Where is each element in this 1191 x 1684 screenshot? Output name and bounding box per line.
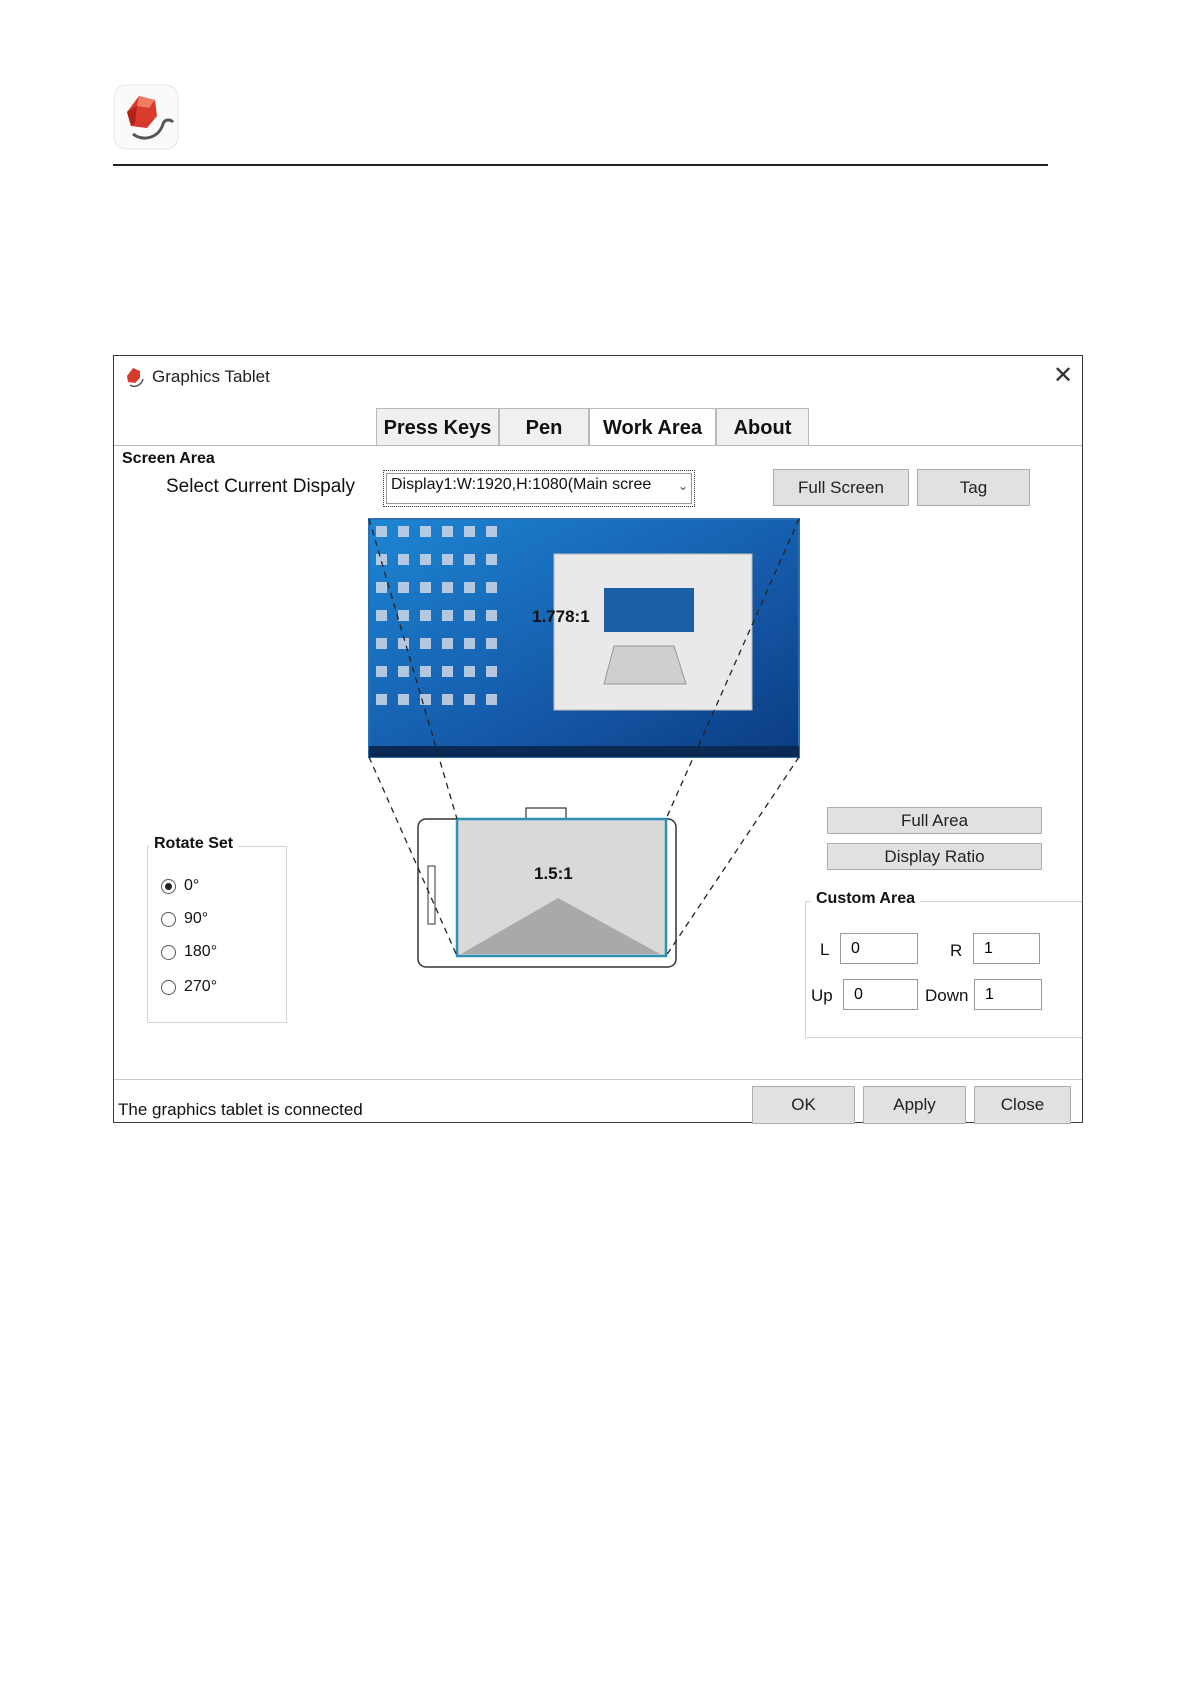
rotate-90-option[interactable]: 90° (161, 910, 208, 928)
rotate-90-label: 90° (184, 910, 209, 927)
left-input[interactable] (840, 933, 918, 964)
tag-button[interactable]: Tag (917, 469, 1030, 506)
tab-work-area[interactable]: Work Area (589, 408, 716, 446)
tab-divider (114, 445, 1082, 446)
up-input[interactable] (843, 979, 918, 1010)
right-label: R (950, 941, 963, 960)
app-icon (127, 368, 144, 388)
right-input[interactable] (973, 933, 1040, 964)
taskbar (369, 746, 799, 757)
rotate-set-title: Rotate Set (149, 835, 239, 853)
mapping-diagram (368, 518, 800, 968)
tablet-top-notch (525, 807, 567, 820)
tablet-ratio-label: 1.5:1 (534, 864, 573, 883)
full-area-button[interactable]: Full Area (827, 807, 1042, 834)
tab-press-keys[interactable]: Press Keys (376, 408, 499, 446)
brand-logo-icon (113, 84, 179, 150)
left-label: L (820, 940, 830, 959)
chevron-down-icon: ⌄ (677, 479, 688, 493)
tab-about[interactable]: About (716, 408, 809, 446)
rotate-set-group: 0° 90° 180° 270° (147, 846, 287, 1023)
radio-icon (161, 944, 176, 960)
tablet-side-keys (427, 865, 436, 925)
display-ratio-button[interactable]: Display Ratio (827, 843, 1042, 870)
down-input[interactable] (974, 979, 1042, 1010)
window-title: Graphics Tablet (152, 367, 270, 386)
rotate-180-label: 180° (184, 943, 218, 960)
rotate-270-option[interactable]: 270° (161, 978, 217, 996)
radio-icon (161, 911, 176, 927)
ok-button[interactable]: OK (752, 1086, 855, 1124)
rotate-270-label: 270° (184, 978, 218, 995)
tab-pen[interactable]: Pen (499, 408, 589, 446)
up-label: Up (811, 986, 833, 1005)
apply-button[interactable]: Apply (863, 1086, 966, 1124)
select-display-label: Select Current Dispaly (166, 476, 356, 497)
nested-screen-thumbnail (604, 588, 694, 632)
graphics-tablet-dialog: Graphics Tablet ✕ Press Keys Pen Work Ar… (113, 355, 1083, 1124)
header-divider (113, 164, 1048, 166)
radio-icon (161, 979, 176, 995)
connection-status: The graphics tablet is connected (118, 1100, 363, 1119)
nested-tablet-thumbnail (603, 645, 687, 685)
footer-divider (114, 1079, 1082, 1080)
custom-area-title: Custom Area (811, 890, 920, 908)
custom-area-group (805, 901, 1082, 1038)
screen-area-title: Screen Area (122, 450, 215, 467)
close-icon[interactable]: ✕ (1049, 362, 1077, 390)
rotate-180-option[interactable]: 180° (161, 943, 217, 961)
rotate-0-option[interactable]: 0° (161, 877, 199, 895)
display-select-value: Display1:W:1920,H:1080(Main scree (391, 476, 652, 493)
display-select[interactable]: Display1:W:1920,H:1080(Main scree ⌄ (383, 470, 695, 507)
rotate-0-label: 0° (184, 877, 200, 894)
radio-selected-icon (161, 878, 176, 894)
down-label: Down (925, 986, 969, 1005)
full-screen-button[interactable]: Full Screen (773, 469, 909, 506)
close-button[interactable]: Close (974, 1086, 1071, 1124)
screen-ratio-label: 1.778:1 (532, 607, 590, 626)
